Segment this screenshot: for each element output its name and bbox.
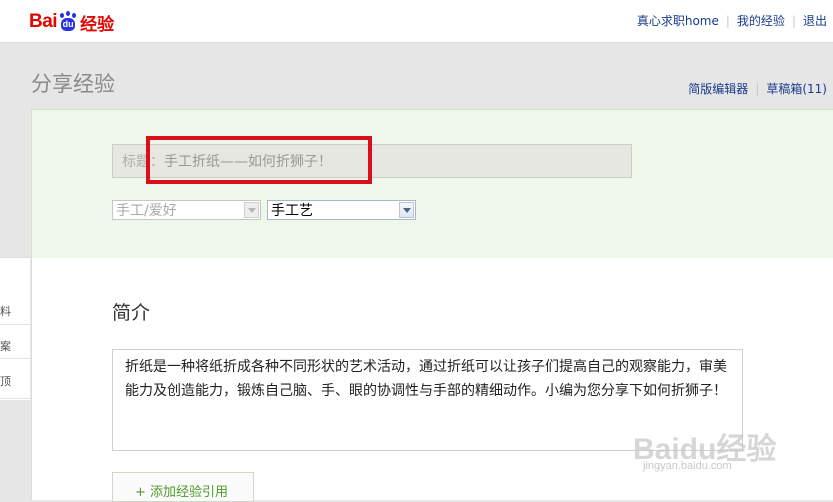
user-nav: 真心求职home | 我的经验 | 退出 bbox=[637, 12, 827, 29]
divider: | bbox=[755, 82, 760, 96]
left-sidebar: 料 案 顶 bbox=[0, 257, 30, 400]
category-primary-select[interactable]: 手工/爱好 bbox=[112, 200, 261, 220]
baidu-jingyan-logo[interactable]: Bai du 经验 bbox=[29, 10, 115, 35]
logo-du-text: du bbox=[61, 18, 76, 31]
title-panel bbox=[31, 109, 833, 259]
chevron-down-icon bbox=[244, 202, 259, 218]
divider: | bbox=[725, 14, 730, 28]
red-highlight-box bbox=[146, 136, 372, 184]
add-reference-button[interactable]: + 添加经验引用 bbox=[112, 472, 254, 502]
top-bar: Bai du 经验 真心求职home | 我的经验 | 退出 bbox=[0, 0, 833, 43]
page-title: 分享经验 bbox=[31, 72, 115, 96]
sidebar-item[interactable]: 料 bbox=[0, 303, 30, 319]
baidu-paw-icon: du bbox=[58, 11, 78, 32]
divider bbox=[0, 398, 30, 399]
intro-heading: 简介 bbox=[112, 302, 151, 324]
logo-jingyan-text: 经验 bbox=[80, 14, 115, 35]
editor-links: 简版编辑器 | 草稿箱(11) bbox=[688, 80, 827, 97]
sidebar-item[interactable]: 顶 bbox=[0, 373, 30, 389]
user-home-link[interactable]: 真心求职home bbox=[637, 14, 719, 28]
category-secondary-select[interactable]: 手工艺 bbox=[267, 200, 416, 220]
baidu-watermark: Baidu经验 jingyan.baidu.com bbox=[633, 424, 776, 472]
logo-bai-text: Bai bbox=[29, 11, 58, 32]
divider: | bbox=[791, 14, 796, 28]
category-primary-value: 手工/爱好 bbox=[116, 203, 177, 219]
divider bbox=[0, 324, 30, 325]
my-experience-link[interactable]: 我的经验 bbox=[737, 14, 785, 28]
logout-link[interactable]: 退出 bbox=[803, 14, 827, 28]
drafts-link[interactable]: 草稿箱(11) bbox=[766, 82, 827, 96]
simple-editor-link[interactable]: 简版编辑器 bbox=[688, 82, 748, 96]
sidebar-item[interactable]: 案 bbox=[0, 338, 30, 354]
chevron-down-icon bbox=[399, 202, 414, 218]
divider bbox=[0, 358, 30, 359]
watermark-url: jingyan.baidu.com bbox=[643, 460, 732, 472]
category-secondary-value: 手工艺 bbox=[271, 203, 313, 219]
